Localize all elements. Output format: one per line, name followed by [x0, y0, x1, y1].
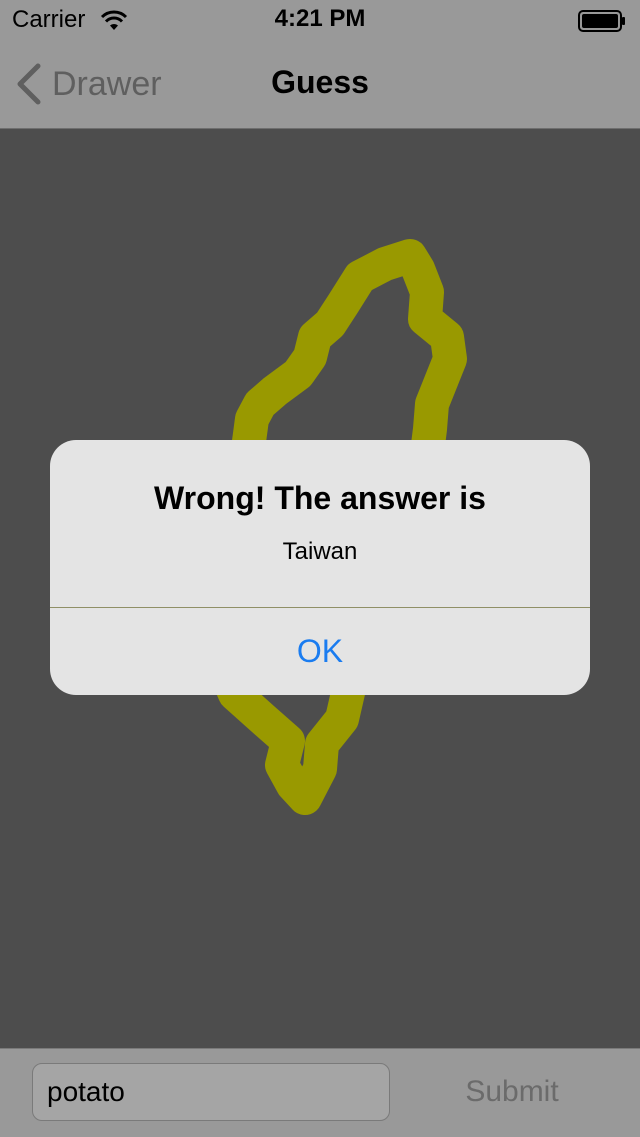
submit-button[interactable]: Submit — [430, 1063, 594, 1121]
status-time: 4:21 PM — [274, 5, 366, 32]
guess-input[interactable] — [32, 1063, 390, 1121]
navigation-bar: Drawer Guess — [0, 40, 640, 129]
alert-dialog: Wrong! The answer is Taiwan OK — [50, 440, 590, 695]
status-bar: Carrier 4:21 PM — [0, 0, 640, 40]
alert-ok-button[interactable]: OK — [50, 608, 590, 695]
page-title: Guess — [271, 64, 369, 100]
battery-icon — [578, 10, 625, 32]
bottom-toolbar: Submit — [0, 1048, 640, 1137]
alert-title: Wrong! The answer is — [154, 480, 486, 516]
alert-message: Taiwan — [282, 538, 358, 565]
